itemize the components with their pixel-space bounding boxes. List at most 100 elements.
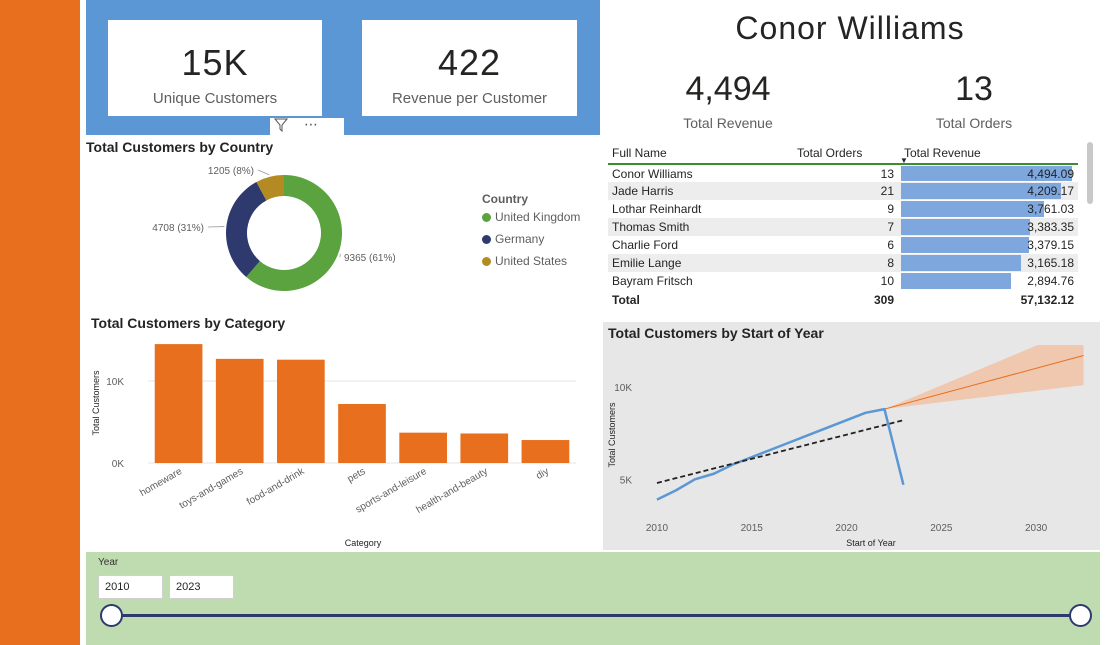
revenue-table: Full Name Total Orders Total Revenue ▼ C… bbox=[608, 142, 1078, 310]
unique-customers-card[interactable]: 15K Unique Customers bbox=[108, 20, 322, 116]
bar-homeware[interactable] bbox=[154, 344, 203, 463]
donut-title: Total Customers by Country bbox=[86, 139, 274, 155]
bar-diy[interactable] bbox=[521, 440, 570, 463]
legend-label: United States bbox=[495, 254, 568, 268]
trend-line bbox=[656, 419, 904, 484]
line-xtick-label: 2020 bbox=[835, 523, 858, 534]
legend-label: Germany bbox=[495, 232, 545, 246]
bar-ytick-label: 10K bbox=[106, 377, 124, 388]
cell-orders: 6 bbox=[887, 238, 894, 252]
unique-customers-label: Unique Customers bbox=[152, 90, 278, 107]
table-total-row: Total 309 57,132.12 bbox=[608, 290, 1078, 310]
table-row[interactable]: Emilie Lange 8 3,165.18 bbox=[608, 254, 1078, 272]
line-xtick-label: 2025 bbox=[930, 523, 953, 534]
cell-name: Jade Harris bbox=[612, 184, 674, 198]
total-label: Total bbox=[612, 293, 640, 307]
line-ytick-label: 5K bbox=[620, 475, 633, 486]
cell-name: Conor Williams bbox=[612, 166, 693, 181]
forecast-confidence-band bbox=[884, 345, 1084, 410]
table-row[interactable]: Bayram Fritsch 10 2,894.76 bbox=[608, 272, 1078, 290]
bar-xtick-label: diy bbox=[534, 466, 551, 482]
table-scrollbar[interactable] bbox=[1087, 142, 1093, 204]
cell-orders: 9 bbox=[887, 202, 894, 216]
cell-revenue-value: 3,379.15 bbox=[1027, 238, 1074, 252]
cell-revenue-value: 3,761.03 bbox=[1027, 202, 1074, 216]
donut-legend-title: Country bbox=[482, 192, 528, 206]
line-series[interactable] bbox=[656, 407, 905, 501]
total-orders: 309 bbox=[873, 293, 894, 307]
legend-item-uk[interactable]: United Kingdom bbox=[482, 210, 580, 224]
cell-name: Lothar Reinhardt bbox=[612, 202, 702, 216]
person-total-revenue-value: 4,494 bbox=[685, 70, 771, 108]
slicer-start-input[interactable]: 2010 bbox=[98, 575, 163, 599]
cell-orders: 21 bbox=[880, 184, 894, 198]
cell-name: Emilie Lange bbox=[612, 256, 682, 270]
bar-xtick-label: toys-and-games bbox=[178, 466, 246, 511]
donut-data-label: 1205 (8%) bbox=[208, 166, 254, 177]
cell-orders: 8 bbox=[887, 256, 894, 270]
cell-revenue: 3,383.35 bbox=[900, 218, 1078, 236]
bar-xtick-label: homeware bbox=[138, 466, 184, 499]
legend-dot bbox=[482, 256, 491, 266]
col-total-orders[interactable]: Total Orders bbox=[793, 142, 900, 164]
bar-xlabel: Category bbox=[345, 538, 382, 548]
cell-revenue-value: 3,383.35 bbox=[1027, 220, 1074, 234]
revenue-per-customer-value: 422 bbox=[437, 42, 502, 83]
col-total-revenue[interactable]: Total Revenue ▼ bbox=[900, 142, 1078, 166]
table-row[interactable]: Jade Harris 21 4,209.17 bbox=[608, 182, 1078, 200]
line-chart[interactable]: 5K 10K 2010 2015 2020 2025 2030 Total Customers… bbox=[603, 345, 1100, 550]
line-xtick-label: 2015 bbox=[741, 523, 764, 534]
person-total-orders-label: Total Orders bbox=[935, 115, 1013, 131]
bar-xtick-label: food-and-drink bbox=[245, 466, 307, 508]
legend-item-us[interactable]: United States bbox=[482, 254, 580, 268]
donut-data-label: 9365 (61%) bbox=[344, 253, 396, 264]
bar-pets[interactable] bbox=[338, 403, 386, 463]
slicer-end-input[interactable]: 2023 bbox=[169, 575, 234, 599]
cell-revenue: 4,209.17 bbox=[900, 182, 1078, 200]
line-xlabel: Start of Year bbox=[846, 538, 896, 548]
bar-ylabel: Total Customers bbox=[91, 370, 101, 436]
year-slicer-panel bbox=[86, 552, 1100, 645]
revenue-per-customer-label: Revenue per Customer bbox=[391, 90, 548, 107]
bar-sports-and-leisure[interactable] bbox=[399, 432, 447, 463]
cell-revenue: 4,494.09 bbox=[900, 164, 1078, 182]
table-row[interactable]: Conor Williams 13 4,494.09 bbox=[608, 164, 1078, 182]
slicer-title: Year bbox=[98, 557, 119, 568]
table-header-row: Full Name Total Orders Total Revenue ▼ bbox=[608, 142, 1078, 166]
cell-revenue: 3,165.18 bbox=[900, 254, 1078, 272]
slicer-end-handle[interactable] bbox=[1069, 604, 1092, 627]
revenue-table-container: Full Name Total Orders Total Revenue ▼ C… bbox=[608, 142, 1080, 310]
filter-icon[interactable] bbox=[273, 118, 289, 135]
bar-food-and-drink[interactable] bbox=[277, 359, 325, 463]
col-full-name[interactable]: Full Name bbox=[608, 142, 793, 164]
bar-health-and-beauty[interactable] bbox=[460, 433, 509, 463]
donut-chart[interactable]: 9365 (61%) 4708 (31%) 1205 (8%) bbox=[86, 155, 446, 305]
cell-revenue: 3,761.03 bbox=[900, 200, 1078, 218]
cell-name: Charlie Ford bbox=[612, 238, 679, 252]
table-row[interactable]: Lothar Reinhardt 9 3,761.03 bbox=[608, 200, 1078, 218]
line-ylabel: Total Customers bbox=[607, 402, 617, 468]
bar-chart[interactable]: 0K 10K homewaretoys-and-games food-and-drin… bbox=[86, 335, 596, 550]
total-revenue: 57,132.12 bbox=[1020, 293, 1074, 307]
bar-toys-and-games[interactable] bbox=[215, 358, 264, 463]
visual-header-icons: ⋯ bbox=[270, 116, 344, 136]
slicer-start-handle[interactable] bbox=[100, 604, 123, 627]
revenue-per-customer-card[interactable]: 422 Revenue per Customer bbox=[362, 20, 577, 116]
bar-chart-title: Total Customers by Category bbox=[91, 315, 286, 331]
legend-dot bbox=[482, 212, 491, 222]
legend-item-germany[interactable]: Germany bbox=[482, 232, 580, 246]
person-name: Conor Williams bbox=[735, 10, 965, 46]
table-body: Conor Williams 13 4,494.09 Jade Harris 21 4,2… bbox=[608, 164, 1078, 310]
cell-revenue-value: 4,209.17 bbox=[1027, 184, 1074, 198]
legend-dot bbox=[482, 234, 491, 244]
cell-revenue-value: 2,894.76 bbox=[1027, 274, 1074, 288]
table-row[interactable]: Thomas Smith 7 3,383.35 bbox=[608, 218, 1078, 236]
col-total-revenue-label: Total Revenue bbox=[904, 145, 981, 160]
cell-revenue-value: 3,165.18 bbox=[1027, 256, 1074, 270]
person-total-orders-value: 13 bbox=[955, 70, 993, 108]
cell-revenue-value: 4,494.09 bbox=[1027, 166, 1074, 181]
more-options-icon[interactable]: ⋯ bbox=[304, 116, 318, 133]
table-row[interactable]: Charlie Ford 6 3,379.15 bbox=[608, 236, 1078, 254]
slicer-track[interactable] bbox=[111, 614, 1081, 617]
line-xtick-label: 2010 bbox=[646, 523, 669, 534]
